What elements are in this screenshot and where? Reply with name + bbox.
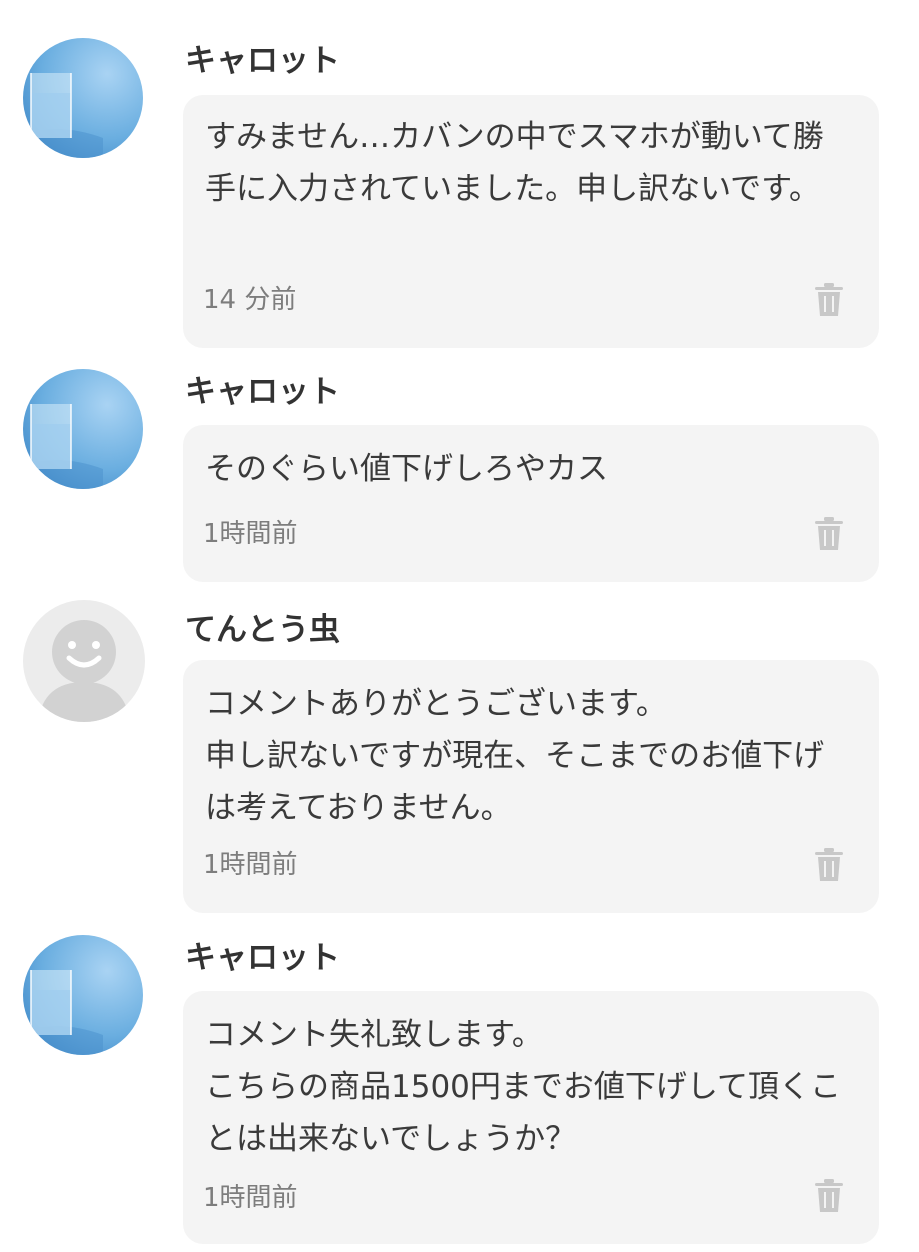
comment-item: キャロット コメント失礼致します。 こちらの商品1500円までお値下げして頂くこ… xyxy=(0,0,919,1252)
trash-icon[interactable] xyxy=(815,1179,843,1213)
water-glass-avatar-icon xyxy=(23,935,143,1055)
user-avatar[interactable] xyxy=(23,935,143,1055)
comment-bubble: コメント失礼致します。 こちらの商品1500円までお値下げして頂くことは出来ない… xyxy=(183,991,879,1244)
comment-text: コメント失礼致します。 こちらの商品1500円までお値下げして頂くことは出来ない… xyxy=(205,1017,841,1157)
comment-timestamp: 1時間前 xyxy=(203,1183,298,1213)
username[interactable]: キャロット xyxy=(185,940,340,976)
